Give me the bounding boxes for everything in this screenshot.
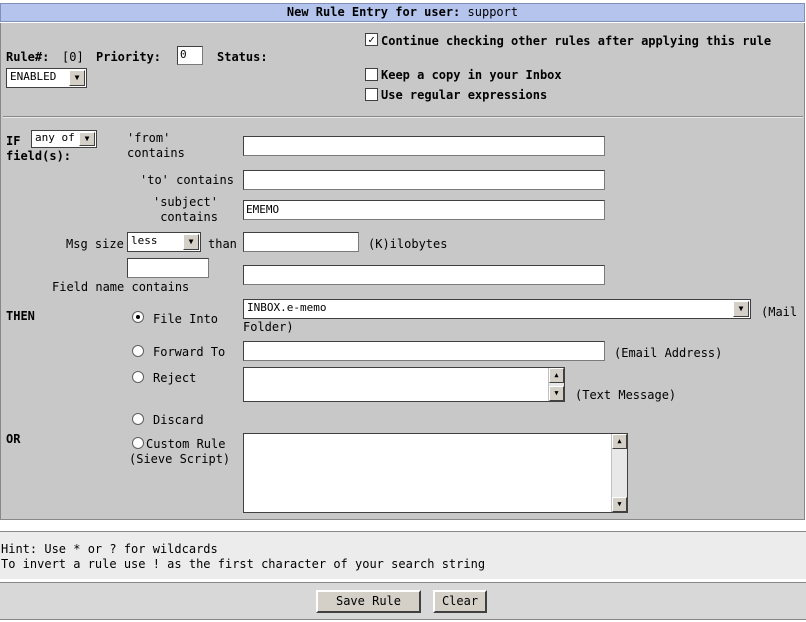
discard-label: Discard [153,413,204,427]
keep-copy-label: Keep a copy in your Inbox [381,68,562,82]
file-into-label: File Into [153,312,219,326]
forward-radio[interactable] [132,345,144,357]
forward-label: Forward To [153,345,226,359]
match-type-select[interactable]: any of ▼ [31,130,97,148]
mail-folder-label-1: (Mail [761,305,798,319]
if-label: IF [6,134,21,148]
priority-label: Priority: [96,50,162,64]
to-label: 'to' contains [140,173,234,187]
size-operator-value: less [131,234,158,247]
scroll-up-icon[interactable]: ▲ [612,434,627,449]
section-divider [3,116,803,118]
rule-number-value: [0] [62,50,84,64]
size-unit-label: (K)ilobytes [368,237,448,251]
reject-radio[interactable] [132,371,144,383]
title-label: New Rule Entry for user: [286,5,461,19]
chevron-down-icon: ▼ [69,70,85,86]
save-rule-button[interactable]: Save Rule [316,590,421,613]
file-into-radio[interactable] [132,311,144,323]
status-select-value: ENABLED [10,70,57,83]
scroll-down-icon[interactable]: ▼ [549,386,564,401]
from-label: 'from' contains [127,131,185,160]
scroll-down-icon[interactable]: ▼ [612,497,627,512]
field-name-input[interactable] [127,258,209,278]
folder-select[interactable]: INBOX.e-memo ▼ [243,299,751,319]
discard-radio[interactable] [132,413,144,425]
fields-label: field(s): [6,149,72,163]
reject-label: Reject [153,371,197,385]
folder-select-value: INBOX.e-memo [247,301,327,314]
continue-checking-label: Continue checking other rules after appl… [381,34,772,48]
subject-label: 'subject' contains [152,195,218,224]
match-type-value: any of [35,131,75,144]
from-input[interactable] [243,136,605,156]
clear-button[interactable]: Clear [433,590,487,613]
hint-line-1: Hint: Use * or ? for wildcards [1,542,218,556]
keep-copy-checkbox[interactable] [365,68,378,81]
use-regex-checkbox[interactable] [365,88,378,101]
continue-checking-checkbox[interactable]: ✓ [365,33,378,46]
field-name-label: Field name contains [52,280,190,294]
size-input[interactable] [243,232,359,252]
forward-input[interactable] [243,341,605,361]
rule-number-label: Rule#: [6,50,50,64]
size-operator-select[interactable]: less ▼ [127,232,201,252]
page-title: New Rule Entry for user: support [0,3,805,22]
to-input[interactable] [243,170,605,190]
scroll-up-icon[interactable]: ▲ [549,368,564,383]
status-label: Status: [217,50,268,64]
priority-input[interactable]: 0 [177,46,203,65]
reject-textarea[interactable]: ▲ ▼ [243,367,565,402]
use-regex-label: Use regular expressions [381,88,548,102]
chevron-down-icon: ▼ [79,132,95,146]
custom-rule-radio[interactable] [132,437,144,449]
custom-rule-textarea[interactable]: ▲ ▼ [243,433,628,513]
field-contains-input[interactable] [243,265,605,285]
chevron-down-icon: ▼ [183,234,199,250]
reject-scrollbar[interactable]: ▲ ▼ [548,368,564,401]
subject-input[interactable]: EMEMO [243,200,605,220]
custom-rule-scrollbar[interactable]: ▲ ▼ [611,434,627,512]
hint-line-2: To invert a rule use ! as the first char… [1,557,486,571]
text-message-label: (Text Message) [575,388,677,402]
sieve-script-label: (Sieve Script) [129,452,231,466]
than-label: than [208,237,237,251]
then-label: THEN [6,309,35,323]
or-label: OR [6,432,21,446]
email-address-label: (Email Address) [614,346,723,360]
chevron-down-icon: ▼ [733,301,749,317]
mail-folder-label-2: Folder) [243,320,294,334]
title-user: support [467,5,519,19]
msg-size-label: Msg size [66,237,124,251]
status-select[interactable]: ENABLED ▼ [6,68,87,88]
custom-rule-label: Custom Rule [146,437,226,451]
